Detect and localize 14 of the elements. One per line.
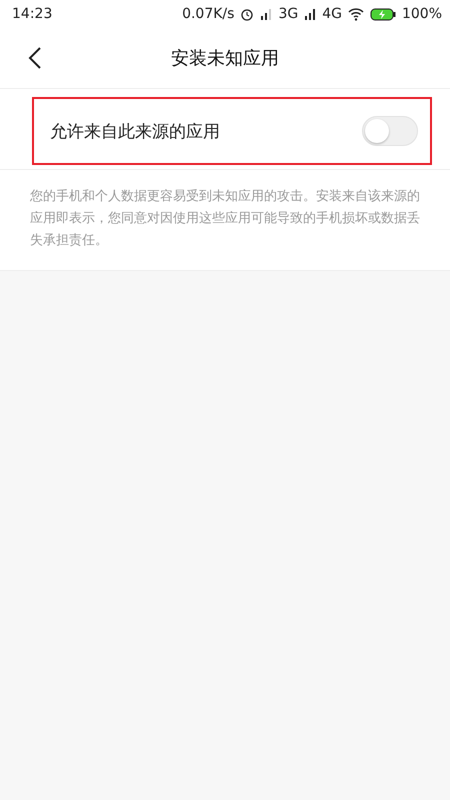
wifi-icon — [348, 8, 364, 20]
network-type: 4G — [322, 6, 342, 22]
signal-icon — [304, 8, 316, 20]
toggle-switch[interactable] — [362, 116, 418, 146]
status-time: 14:23 — [12, 6, 52, 22]
battery-level: 100% — [402, 6, 442, 22]
battery-icon — [370, 8, 396, 20]
setting-label: 允许来自此来源的应用 — [50, 120, 220, 142]
description-text: 您的手机和个人数据更容易受到未知应用的攻击。安装来自该来源的应用即表示，您同意对因使用这些应用可能导致的手机损坏或数据丢失承担责任。 — [0, 170, 450, 271]
page-title: 安装未知应用 — [171, 47, 279, 70]
network-speed: 0.07K/s — [182, 6, 234, 22]
signal-icon — [260, 8, 272, 20]
network-type: 3G — [278, 6, 298, 22]
back-icon[interactable] — [28, 46, 42, 70]
